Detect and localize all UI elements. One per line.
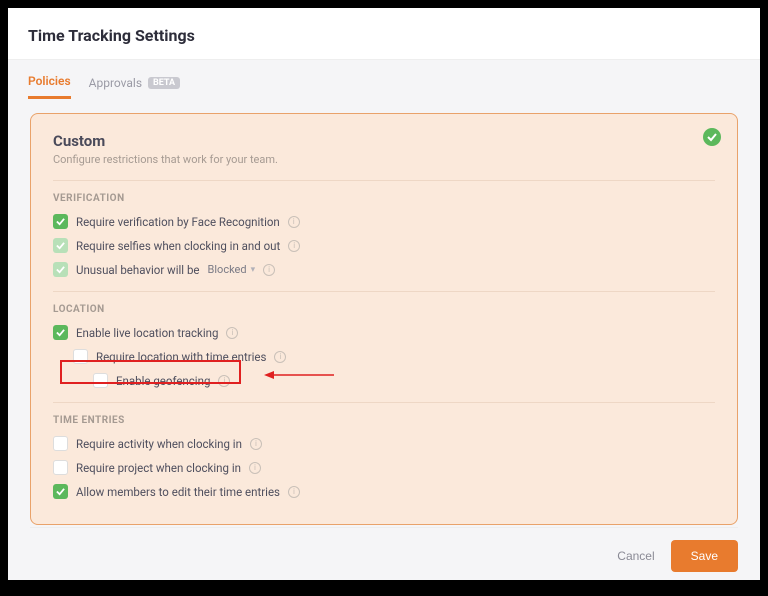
beta-badge: BETA — [148, 77, 180, 89]
label-require-project: Require project when clocking in — [76, 461, 241, 475]
label-require-location: Require location with time entries — [96, 350, 266, 364]
row-selfies: Require selfies when clocking in and out… — [53, 238, 715, 253]
label-live-location: Enable live location tracking — [76, 326, 218, 340]
checkbox-live-location[interactable] — [53, 325, 68, 340]
row-require-activity: Require activity when clocking in i — [53, 436, 715, 451]
tab-approvals-label: Approvals — [89, 76, 142, 90]
section-heading-location: LOCATION — [53, 304, 715, 315]
body: Policies Approvals BETA Custom Configure… — [8, 60, 760, 580]
row-live-location: Enable live location tracking i — [53, 325, 715, 340]
checkbox-unusual[interactable] — [53, 262, 68, 277]
section-verification: VERIFICATION Require verification by Fac… — [53, 180, 715, 277]
row-require-location: Require location with time entries i — [73, 349, 715, 364]
page-header: Time Tracking Settings — [8, 8, 760, 60]
panel-selected-icon — [703, 128, 721, 146]
info-icon[interactable]: i — [274, 351, 286, 363]
label-unusual-prefix: Unusual behavior will be — [76, 263, 200, 277]
select-unusual-behavior[interactable]: Blocked ▾ — [208, 263, 256, 276]
tab-approvals[interactable]: Approvals BETA — [89, 76, 180, 98]
section-location: LOCATION Enable live location tracking i… — [53, 291, 715, 388]
info-icon[interactable]: i — [263, 264, 275, 276]
cancel-button[interactable]: Cancel — [617, 549, 654, 563]
tab-policies[interactable]: Policies — [28, 74, 71, 99]
info-icon[interactable]: i — [288, 216, 300, 228]
info-icon[interactable]: i — [250, 438, 262, 450]
label-selfies: Require selfies when clocking in and out — [76, 239, 280, 253]
footer: Cancel Save — [30, 527, 738, 572]
label-require-activity: Require activity when clocking in — [76, 437, 242, 451]
panel-title: Custom — [53, 132, 715, 150]
panel-subtitle: Configure restrictions that work for you… — [53, 153, 715, 166]
page-title: Time Tracking Settings — [28, 26, 740, 45]
checkbox-require-activity[interactable] — [53, 436, 68, 451]
info-icon[interactable]: i — [288, 486, 300, 498]
tabs: Policies Approvals BETA — [8, 60, 760, 99]
checkbox-geofencing[interactable] — [93, 373, 108, 388]
checkbox-require-project[interactable] — [53, 460, 68, 475]
section-heading-time-entries: TIME ENTRIES — [53, 415, 715, 426]
checkbox-allow-edit[interactable] — [53, 484, 68, 499]
info-icon[interactable]: i — [226, 327, 238, 339]
label-allow-edit: Allow members to edit their time entries — [76, 485, 280, 499]
checkbox-selfies[interactable] — [53, 238, 68, 253]
custom-policy-panel: Custom Configure restrictions that work … — [30, 113, 738, 525]
row-face-recognition: Require verification by Face Recognition… — [53, 214, 715, 229]
section-heading-verification: VERIFICATION — [53, 193, 715, 204]
info-icon[interactable]: i — [249, 462, 261, 474]
info-icon[interactable]: i — [288, 240, 300, 252]
row-unusual-behavior: Unusual behavior will be Blocked ▾ i — [53, 262, 715, 277]
chevron-down-icon: ▾ — [251, 265, 256, 275]
row-geofencing: Enable geofencing i — [93, 373, 715, 388]
label-face-recognition: Require verification by Face Recognition — [76, 215, 280, 229]
row-require-project: Require project when clocking in i — [53, 460, 715, 475]
checkbox-face-recognition[interactable] — [53, 214, 68, 229]
select-unusual-value: Blocked — [208, 263, 247, 276]
row-allow-edit: Allow members to edit their time entries… — [53, 484, 715, 499]
info-icon[interactable]: i — [218, 375, 230, 387]
tab-policies-label: Policies — [28, 74, 71, 88]
label-geofencing: Enable geofencing — [116, 374, 210, 388]
save-button[interactable]: Save — [671, 540, 738, 572]
checkbox-require-location[interactable] — [73, 349, 88, 364]
section-time-entries: TIME ENTRIES Require activity when clock… — [53, 402, 715, 499]
